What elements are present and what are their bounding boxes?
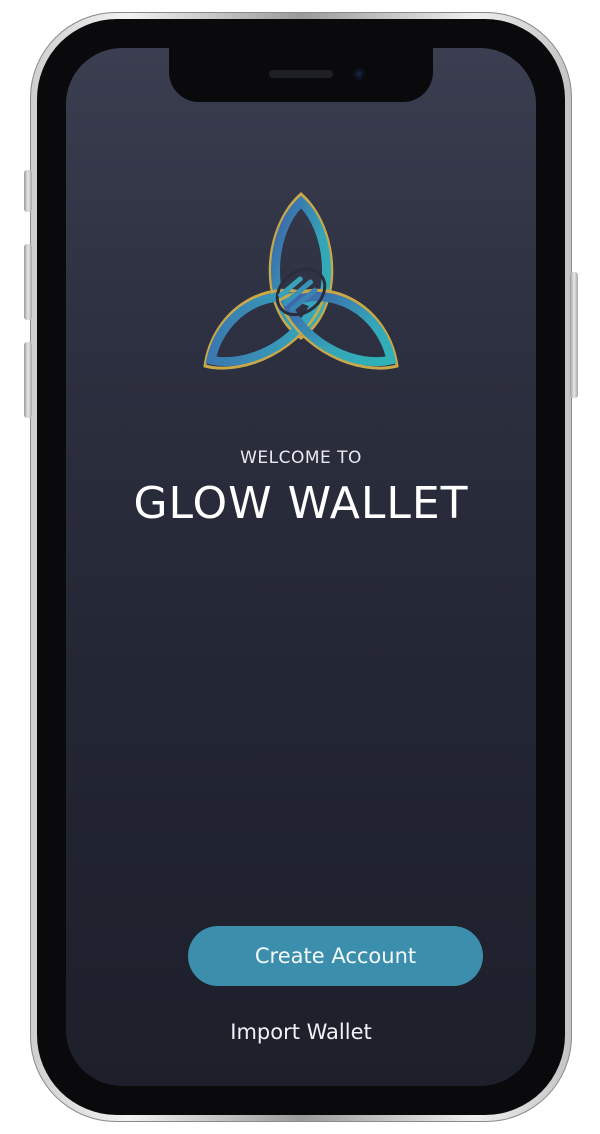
front-camera (353, 68, 365, 80)
create-account-button[interactable]: Create Account (188, 926, 483, 986)
speaker-grille (269, 70, 333, 78)
power-button (570, 272, 578, 398)
volume-up-button (24, 244, 32, 320)
notch (169, 48, 433, 102)
app-screen: WELCOME TO GLOW WALLET Create Account Im… (66, 48, 536, 1086)
silent-switch (24, 170, 32, 212)
volume-down-button (24, 342, 32, 418)
phone-frame: WELCOME TO GLOW WALLET Create Account Im… (24, 12, 578, 1122)
app-title: GLOW WALLET (133, 478, 469, 529)
welcome-label: WELCOME TO (240, 448, 362, 468)
import-wallet-link[interactable]: Import Wallet (66, 1020, 536, 1044)
glow-logo-icon (203, 191, 399, 370)
